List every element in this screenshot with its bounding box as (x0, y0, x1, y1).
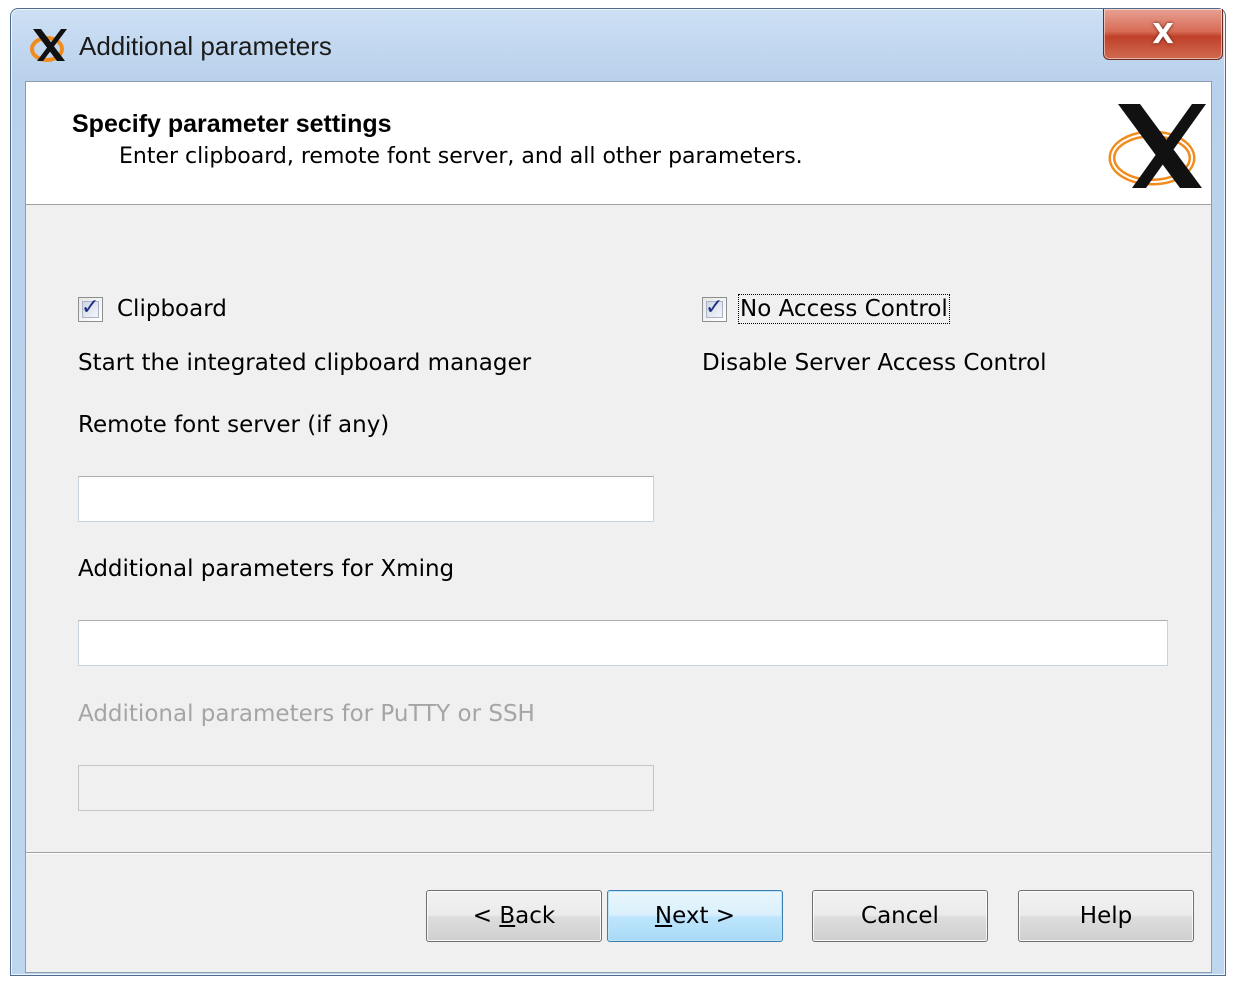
clipboard-label[interactable]: Clipboard (117, 296, 227, 322)
no-access-control-description: Disable Server Access Control (702, 350, 1047, 376)
cancel-button[interactable]: Cancel (812, 890, 988, 942)
xming-app-icon (30, 29, 67, 62)
ssh-params-label: Additional parameters for PuTTY or SSH (78, 701, 535, 727)
close-button[interactable]: X (1103, 9, 1223, 60)
dialog-client-area: Specify parameter settings Enter clipboa… (25, 81, 1212, 973)
xming-params-input[interactable] (78, 620, 1168, 666)
footer-separator (26, 852, 1211, 854)
page-subtitle: Enter clipboard, remote font server, and… (119, 144, 803, 169)
dialog-window: Additional parameters X Specify paramete… (10, 8, 1226, 976)
close-icon: X (1152, 17, 1174, 50)
checkmark-icon: ✓ (81, 295, 100, 320)
clipboard-description: Start the integrated clipboard manager (78, 350, 532, 376)
ssh-params-input[interactable] (78, 765, 654, 811)
next-button[interactable]: Next > (607, 890, 783, 942)
help-button[interactable]: Help (1018, 890, 1194, 942)
xming-x-logo-icon (1108, 104, 1206, 188)
font-server-input[interactable] (78, 476, 654, 522)
page-title: Specify parameter settings (72, 110, 392, 138)
window-title: Additional parameters (79, 31, 332, 61)
wizard-header: Specify parameter settings Enter clipboa… (26, 82, 1211, 205)
xming-params-label: Additional parameters for Xming (78, 556, 455, 582)
clipboard-checkbox[interactable]: ✓ (78, 295, 103, 322)
back-button[interactable]: < Back (426, 890, 602, 942)
font-server-label: Remote font server (if any) (78, 412, 390, 438)
checkmark-icon: ✓ (705, 295, 724, 320)
no-access-control-label[interactable]: No Access Control (738, 294, 950, 324)
no-access-control-checkbox[interactable]: ✓ (702, 295, 727, 322)
